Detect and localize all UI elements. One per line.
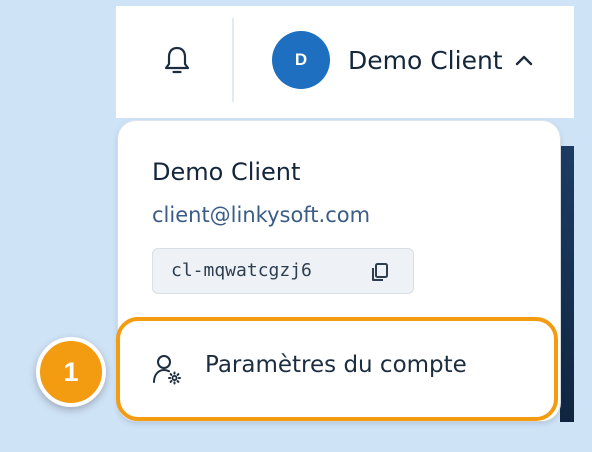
topbar-divider [232, 18, 234, 102]
notifications-button[interactable] [160, 42, 194, 80]
user-menu-name[interactable]: Demo Client [348, 44, 503, 78]
user-settings-icon [152, 353, 182, 385]
copy-icon [372, 263, 388, 281]
background-panel-edge [560, 146, 574, 422]
dropdown-user-email: client@linkysoft.com [152, 203, 371, 227]
menu-item-label: Paramètres du compte [205, 352, 467, 378]
step-badge: 1 [36, 337, 106, 407]
user-menu-toggle[interactable] [512, 50, 536, 70]
avatar[interactable]: D [272, 31, 330, 89]
chevron-up-icon [515, 55, 533, 66]
client-id-text: cl-mqwatcgzj6 [171, 260, 312, 281]
bell-icon [164, 46, 190, 74]
dropdown-user-name: Demo Client [152, 158, 301, 186]
client-id-chip: cl-mqwatcgzj6 [152, 248, 414, 294]
copy-button[interactable] [369, 261, 391, 283]
